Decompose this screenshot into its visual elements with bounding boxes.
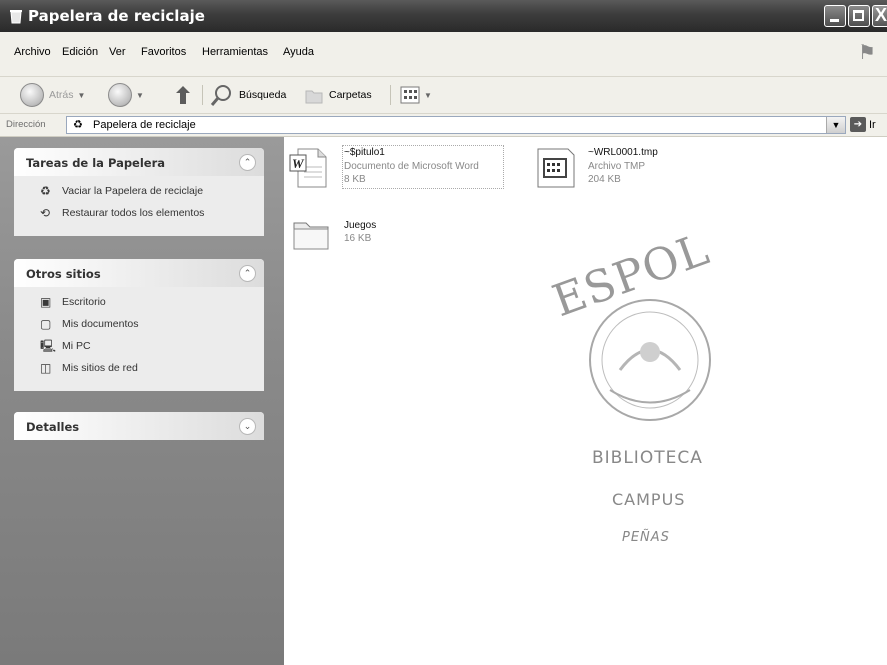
- chevron-down-icon: ▼: [136, 90, 144, 100]
- menu-ayuda[interactable]: Ayuda: [283, 46, 314, 58]
- forward-button[interactable]: ▼: [108, 77, 144, 113]
- stamp-line: CAMPUS: [612, 490, 686, 509]
- panel-other-places: Otros sitios ⌃ ▣ Escritorio ▢ Mis docume…: [14, 259, 264, 391]
- task-label: Restaurar todos los elementos: [62, 207, 205, 219]
- file-type: Documento de Microsoft Word: [344, 161, 479, 172]
- minimize-icon: [830, 19, 839, 22]
- place-label: Mis documentos: [62, 318, 139, 330]
- folders-label: Carpetas: [329, 89, 372, 101]
- toolbar-divider: [202, 85, 203, 105]
- address-value: Papelera de reciclaje: [93, 119, 196, 131]
- task-pane: Tareas de la Papelera ⌃ ♻ Vaciar la Pape…: [0, 137, 284, 665]
- minimize-button[interactable]: [824, 5, 846, 27]
- menu-archivo[interactable]: Archivo: [14, 46, 51, 58]
- chevron-down-icon: ▼: [424, 90, 432, 100]
- place-label: Mi PC: [62, 340, 91, 352]
- menu-edicion[interactable]: Edición: [62, 46, 98, 58]
- toolbar: Atrás ▼ ▼ Búsqueda Carpetas ▼: [0, 77, 887, 114]
- address-label: Dirección: [6, 119, 46, 130]
- network-icon: ◫: [40, 361, 52, 375]
- close-button[interactable]: X: [872, 5, 887, 27]
- window-title: Papelera de reciclaje: [28, 7, 205, 25]
- menu-ver[interactable]: Ver: [109, 46, 126, 58]
- close-icon: X: [875, 5, 887, 25]
- recycle-bin-icon: ♻: [73, 119, 83, 131]
- go-label[interactable]: Ir: [869, 119, 876, 131]
- panel-recycle-tasks: Tareas de la Papelera ⌃ ♻ Vaciar la Pape…: [14, 148, 264, 236]
- computer-icon: 🖳: [40, 339, 57, 353]
- stamp-line: PEÑAS: [622, 530, 670, 545]
- file-size: 204 KB: [588, 174, 621, 185]
- panel-body: ▣ Escritorio ▢ Mis documentos 🖳 Mi PC ◫ …: [14, 287, 264, 391]
- folders-icon: [305, 90, 323, 104]
- place-desktop[interactable]: ▣ Escritorio: [14, 293, 264, 315]
- folder-size: 16 KB: [344, 233, 372, 244]
- panel-body: ♻ Vaciar la Papelera de reciclaje ⟲ Rest…: [14, 176, 264, 236]
- search-label: Búsqueda: [239, 89, 287, 101]
- seal-emblem: [589, 299, 711, 421]
- place-my-computer[interactable]: 🖳 Mi PC: [14, 337, 264, 359]
- folders-button[interactable]: Carpetas: [304, 77, 372, 113]
- folder-icon: ▢: [40, 317, 52, 331]
- collapse-chevron-icon[interactable]: ⌃: [239, 154, 256, 171]
- panel-header[interactable]: Tareas de la Papelera ⌃: [14, 148, 264, 176]
- library-stamp: ESPOL BIBLIOTECA CAMPUS PEÑAS: [540, 224, 750, 580]
- maximize-button[interactable]: [848, 5, 870, 27]
- menu-favoritos[interactable]: Favoritos: [141, 46, 186, 58]
- views-grid-icon: [400, 86, 420, 104]
- file-name: ~$pitulo1: [344, 147, 385, 158]
- menu-herramientas[interactable]: Herramientas: [202, 46, 268, 58]
- word-document-icon: W: [289, 148, 327, 188]
- restore-icon: ⟲: [40, 206, 51, 220]
- folder-name: Juegos: [344, 220, 377, 231]
- menu-bar: Archivo Edición Ver Favoritos Herramient…: [0, 32, 887, 77]
- file-item[interactable]: W ~$pitulo1 Documento de Microsoft Word …: [288, 145, 518, 193]
- folder-icon: [293, 222, 329, 250]
- svg-text:W: W: [292, 156, 305, 171]
- go-button[interactable]: ➔: [850, 117, 866, 132]
- search-icon: [210, 85, 231, 106]
- file-type: Archivo TMP: [588, 161, 646, 172]
- place-label: Mis sitios de red: [62, 362, 138, 374]
- panel-title: Tareas de la Papelera: [26, 156, 166, 170]
- panel-header[interactable]: Otros sitios ⌃: [14, 259, 264, 287]
- tmp-file-icon: [537, 148, 575, 188]
- collapse-chevron-icon[interactable]: ⌃: [239, 265, 256, 282]
- place-label: Escritorio: [62, 296, 106, 308]
- up-folder-button[interactable]: [172, 77, 194, 113]
- folder-item[interactable]: Juegos 16 KB: [292, 213, 452, 259]
- place-network[interactable]: ◫ Mis sitios de red: [14, 359, 264, 381]
- task-label: Vaciar la Papelera de reciclaje: [62, 185, 204, 197]
- desktop-icon: ▣: [40, 295, 52, 309]
- task-restore-all[interactable]: ⟲ Restaurar todos los elementos: [14, 204, 264, 226]
- file-item[interactable]: ~WRL0001.tmp Archivo TMP 204 KB: [536, 145, 736, 193]
- maximize-icon: [853, 10, 864, 21]
- windows-logo-icon: ⚑: [858, 42, 876, 64]
- title-bar: Papelera de reciclaje X: [0, 0, 887, 32]
- address-bar: Dirección ♻ Papelera de reciclaje ▼ ➔ Ir: [0, 114, 887, 137]
- panel-title: Detalles: [26, 420, 80, 434]
- task-empty-recycle-bin[interactable]: ♻ Vaciar la Papelera de reciclaje: [14, 182, 264, 204]
- panel-title: Otros sitios: [26, 267, 101, 281]
- address-input[interactable]: ♻ Papelera de reciclaje ▼: [66, 116, 846, 134]
- forward-arrow-icon: [108, 83, 132, 107]
- panel-header[interactable]: Detalles ⌄: [14, 412, 264, 440]
- views-button[interactable]: ▼: [400, 77, 432, 113]
- address-dropdown-button[interactable]: ▼: [826, 117, 845, 133]
- panel-details: Detalles ⌄: [14, 412, 264, 440]
- back-button[interactable]: Atrás ▼: [20, 77, 85, 113]
- stamp-line: BIBLIOTECA: [592, 448, 703, 468]
- recycle-bin-icon: ♻: [40, 184, 51, 198]
- toolbar-divider: [390, 85, 391, 105]
- back-arrow-icon: [20, 83, 44, 107]
- back-label: Atrás: [49, 89, 74, 101]
- up-arrow-icon: [176, 86, 190, 104]
- file-size: 8 KB: [344, 174, 366, 185]
- file-name: ~WRL0001.tmp: [588, 147, 658, 158]
- chevron-down-icon: ▼: [77, 90, 86, 100]
- recycle-bin-icon: [10, 10, 22, 24]
- search-button[interactable]: Búsqueda: [210, 77, 286, 113]
- expand-chevron-icon[interactable]: ⌄: [239, 418, 256, 435]
- place-my-documents[interactable]: ▢ Mis documentos: [14, 315, 264, 337]
